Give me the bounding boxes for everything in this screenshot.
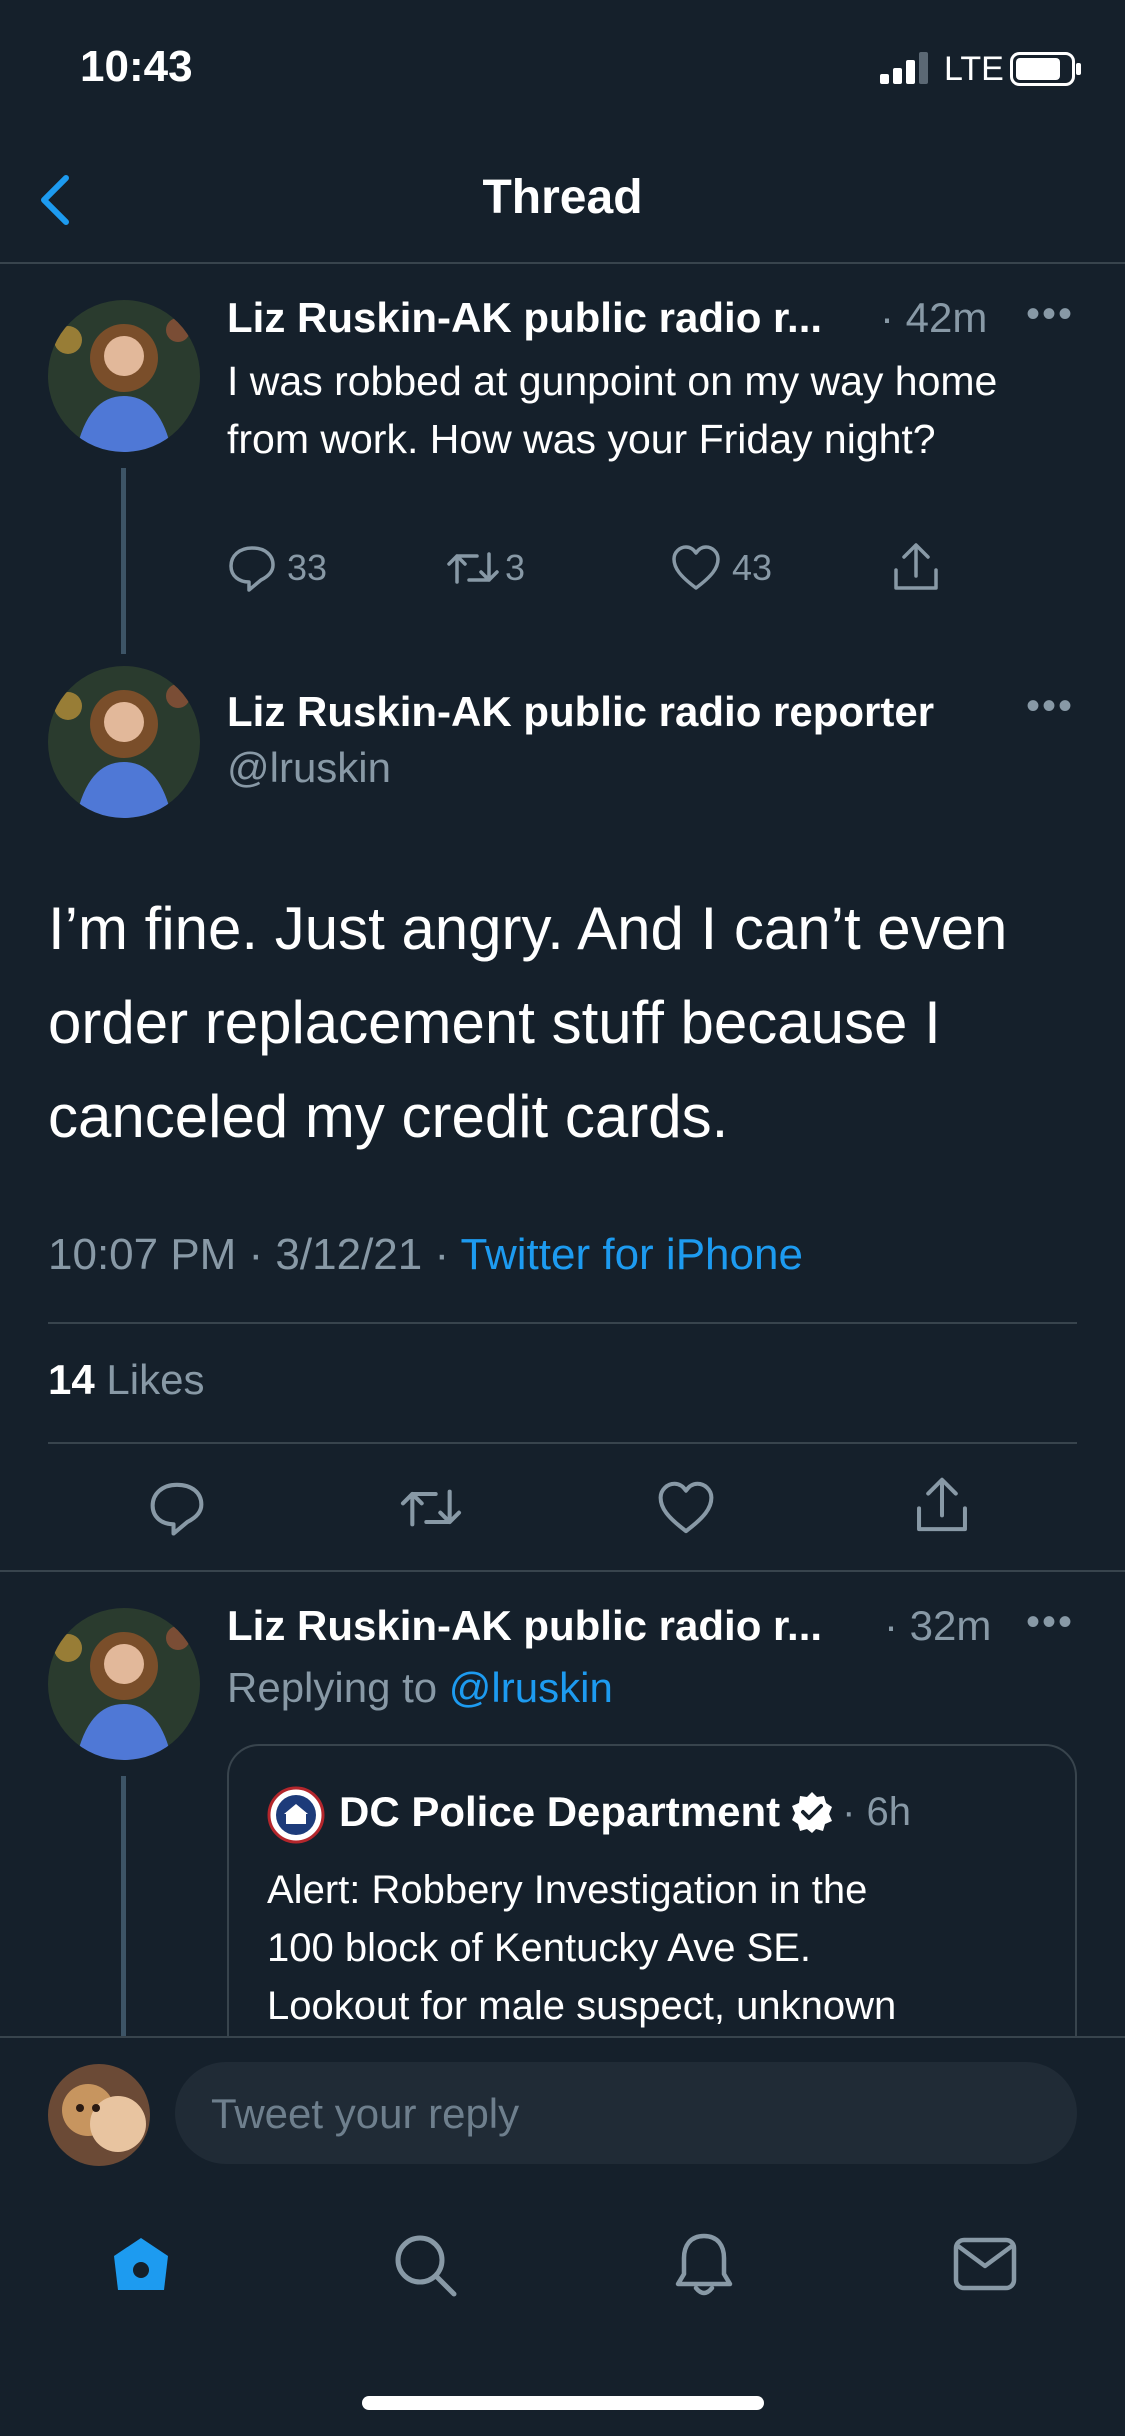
more-options-icon[interactable]: ••• [1026, 686, 1074, 726]
share-icon [917, 1477, 967, 1532]
reply-icon [229, 546, 275, 592]
avatar[interactable] [48, 1608, 200, 1760]
status-time: 10:43 [80, 42, 193, 91]
page-title: Thread [482, 171, 643, 224]
author-name[interactable]: Liz Ruskin-AK public radio r... [227, 294, 822, 342]
home-indicator [362, 2396, 764, 2410]
likes-summary[interactable]: 14 Likes [48, 1356, 204, 1404]
police-logo-icon [267, 1786, 325, 1849]
tab-notifications[interactable] [672, 2230, 736, 2305]
quoted-tweet-card[interactable]: DC Police Department · 6h Alert: Robbery… [227, 1744, 1077, 2036]
avatar[interactable] [48, 300, 200, 452]
tab-bar [0, 2200, 1125, 2436]
quoted-author-name: DC Police Department [339, 1788, 781, 1835]
avatar[interactable] [48, 666, 200, 818]
heart-icon [672, 545, 720, 590]
retweet-count: 3 [505, 547, 526, 588]
retweet-icon [447, 552, 499, 584]
like-button[interactable] [656, 1480, 716, 1536]
retweet-icon [400, 1489, 462, 1527]
like-count: 43 [732, 547, 773, 588]
verified-badge-icon [792, 1792, 833, 1833]
signal-icon [880, 50, 932, 89]
more-options-icon[interactable]: ••• [1026, 294, 1074, 334]
quoted-time: · 6h [842, 1789, 912, 1834]
reply-button[interactable] [148, 1480, 206, 1536]
parent-tweet[interactable]: Liz Ruskin-AK public radio r... · 42m ••… [0, 264, 1125, 654]
quoted-text-line-1: Alert: Robbery Investigation in the [267, 1868, 868, 1912]
thread-line [121, 468, 126, 654]
share-icon [894, 543, 938, 590]
tweet-divider [48, 1442, 1077, 1444]
replying-to: Replying to @lruskin [227, 1664, 613, 1712]
user-avatar[interactable] [48, 2064, 150, 2166]
tweet-time: · 32m [884, 1602, 992, 1649]
tweet-source-link[interactable]: Twitter for iPhone [461, 1230, 803, 1279]
replying-prefix: Replying to [227, 1664, 449, 1711]
author-handle[interactable]: @lruskin [227, 744, 391, 792]
tab-home[interactable] [110, 2234, 172, 2301]
reply-input[interactable]: Tweet your reply [175, 2062, 1077, 2164]
reply-count: 33 [287, 547, 328, 588]
author-name[interactable]: Liz Ruskin-AK public radio r... [227, 1602, 822, 1650]
status-bar: 10:43 LTE [0, 0, 1125, 130]
notifications-icon [675, 2233, 733, 2296]
share-button[interactable] [890, 540, 942, 594]
thread-header: Thread [0, 130, 1125, 262]
reply-icon [150, 1482, 204, 1536]
tweet-time: · 42m [880, 294, 988, 341]
search-icon [395, 2235, 457, 2297]
home-icon [114, 2238, 168, 2290]
likes-label: Likes [106, 1356, 205, 1403]
replying-handle-link[interactable]: @lruskin [449, 1664, 613, 1711]
network-label: LTE [944, 50, 1004, 88]
tweet-text: I was robbed at gunpoint on my way home … [227, 358, 998, 462]
thread-line [121, 1776, 126, 2036]
tweet-text: I’m fine. Just angry. And I can’t even o… [48, 895, 1008, 1150]
tab-search[interactable] [392, 2232, 458, 2303]
tweet-timestamp: 10:07 PM · 3/12/21 · Twitter for iPhone [48, 1230, 803, 1280]
more-options-icon[interactable]: ••• [1026, 1602, 1074, 1642]
retweet-button[interactable]: 3 [445, 544, 525, 592]
heart-icon [658, 1481, 714, 1534]
quoted-header: DC Police Department · 6h [339, 1788, 911, 1836]
messages-icon [953, 2237, 1017, 2291]
reply-composer: Tweet your reply [0, 2036, 1125, 2226]
quoted-text-line-2: 100 block of Kentucky Ave SE. [267, 1926, 812, 1970]
share-button[interactable] [912, 1474, 972, 1536]
likes-count: 14 [48, 1356, 95, 1403]
main-tweet: Liz Ruskin-AK public radio reporter @lru… [0, 654, 1125, 1570]
like-button[interactable]: 43 [670, 544, 772, 592]
reply-button[interactable]: 33 [227, 544, 327, 592]
tab-messages[interactable] [952, 2236, 1018, 2297]
tweet-divider [48, 1322, 1077, 1324]
reply-input-placeholder: Tweet your reply [211, 2090, 520, 2137]
author-name[interactable]: Liz Ruskin-AK public radio reporter [227, 688, 934, 736]
retweet-button[interactable] [398, 1480, 464, 1536]
quoted-text-line-3: Lookout for male suspect, unknown [267, 1984, 897, 2028]
timestamp-text: 10:07 PM · 3/12/21 · [48, 1230, 461, 1279]
reply-tweet[interactable]: Liz Ruskin-AK public radio r... · 32m ••… [0, 1572, 1125, 2036]
battery-icon [1010, 52, 1082, 91]
